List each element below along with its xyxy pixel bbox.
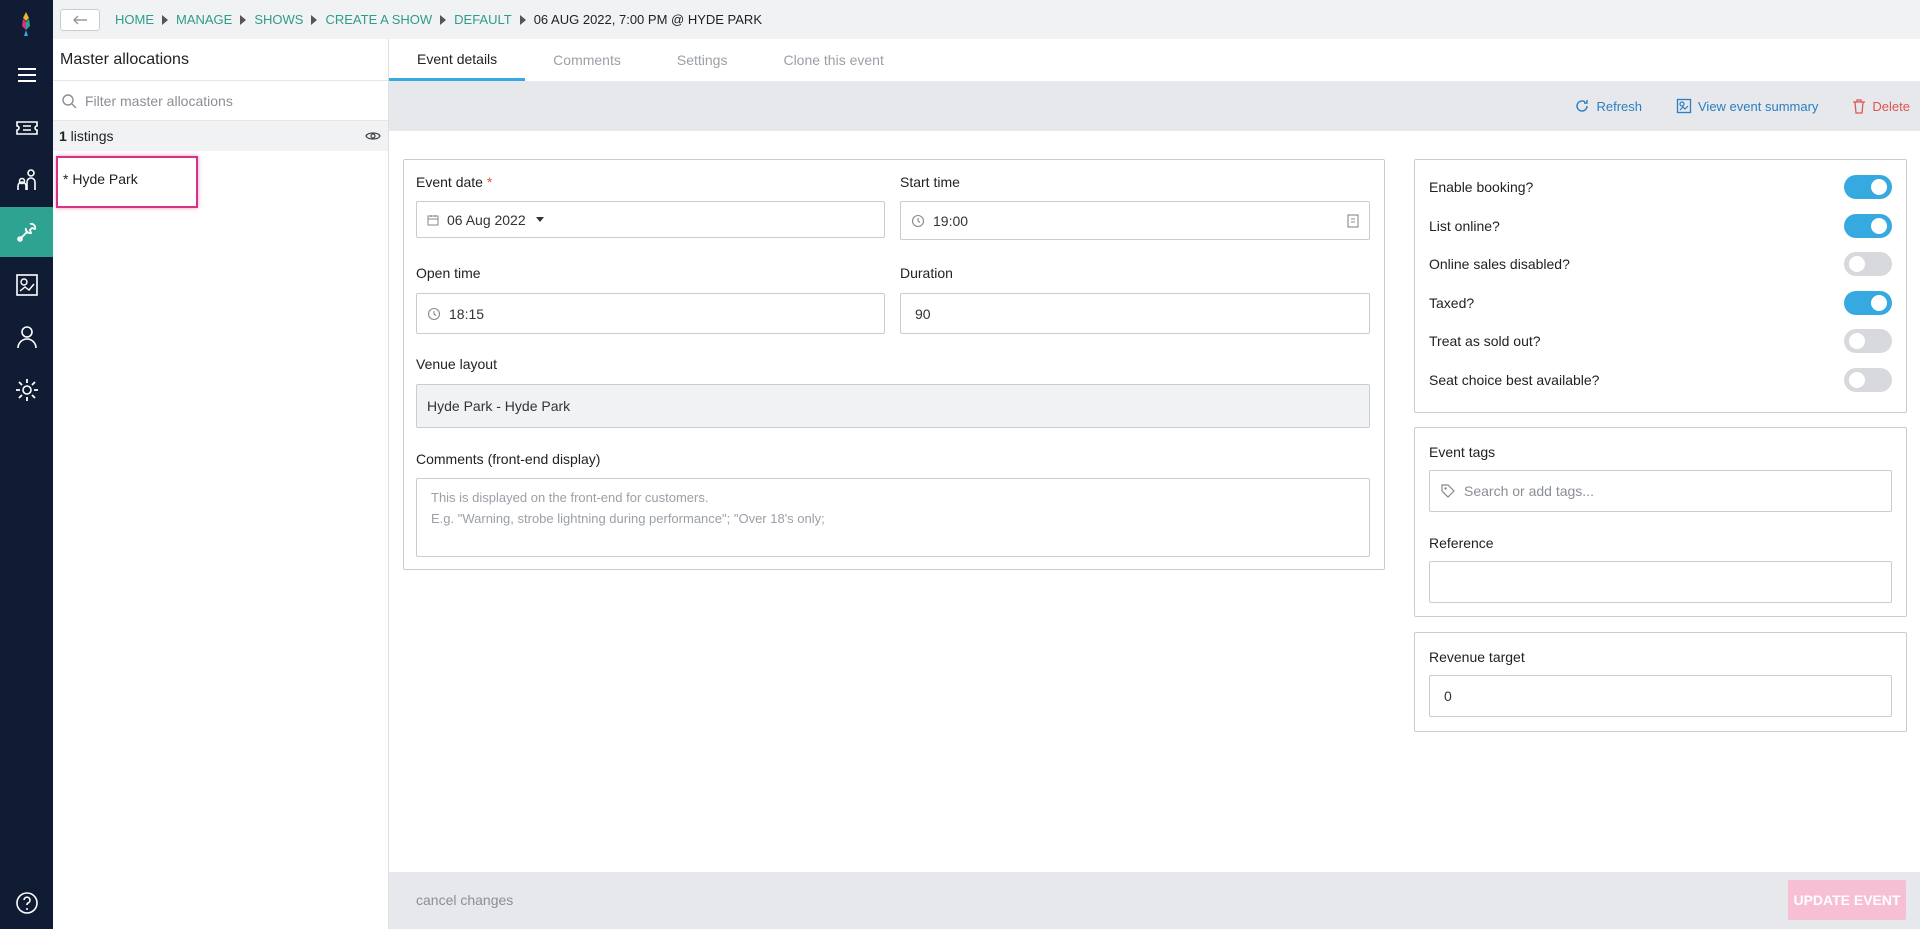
eye-icon[interactable] [365,130,381,142]
id-card-icon[interactable] [1347,213,1359,228]
caret-right-icon [440,14,447,25]
master-filter [53,81,388,121]
update-event-button[interactable]: UPDATE EVENT [1788,880,1906,920]
event-date-label: Event date * [416,174,493,190]
tab-bar: Event details Comments Settings Clone th… [389,39,1920,81]
revenue-target-label: Revenue target [1429,649,1525,665]
listings-count: 1 listings [59,128,114,144]
breadcrumb-create-show[interactable]: CREATE A SHOW [325,12,432,27]
sold-out-toggle[interactable] [1844,329,1892,353]
toggle-row-list-online: List online? [1429,213,1892,239]
best-available-toggle[interactable] [1844,368,1892,392]
open-time-label: Open time [416,265,481,281]
refresh-icon [1576,100,1589,112]
search-icon [62,93,77,108]
nav-rail [0,0,53,929]
view-event-summary-button[interactable]: View event summary [1676,98,1818,114]
breadcrumb-manage[interactable]: MANAGE [176,12,232,27]
breadcrumb-bar: HOME MANAGE SHOWS CREATE A SHOW DEFAULT … [53,0,1920,39]
venue-layout-label: Venue layout [416,356,497,372]
venue-layout-field: Hyde Park - Hyde Park [416,384,1370,428]
caret-right-icon [311,14,318,25]
back-button[interactable] [60,8,100,31]
help-icon[interactable] [0,878,53,928]
tags-card: Event tags Search or add tags... Referen… [1414,427,1907,617]
start-time-field[interactable]: 19:00 [900,201,1370,240]
comments-label: Comments (front-end display) [416,451,601,467]
breadcrumb-current: 06 AUG 2022, 7:00 PM @ HYDE PARK [533,12,762,27]
tab-comments[interactable]: Comments [525,39,649,81]
master-allocation-item[interactable]: * Hyde Park [56,156,198,208]
enable-booking-toggle[interactable] [1844,175,1892,199]
clock-icon [911,214,925,227]
taxed-toggle[interactable] [1844,291,1892,315]
revenue-target-input[interactable]: 0 [1429,675,1892,717]
arrow-left-icon [73,15,87,24]
tickets-icon[interactable] [0,103,53,153]
breadcrumb: HOME MANAGE SHOWS CREATE A SHOW DEFAULT … [115,12,762,27]
delete-button[interactable]: Delete [1852,98,1910,114]
event-date-picker[interactable]: 06 Aug 2022 [416,201,885,238]
calendar-icon [427,214,439,225]
breadcrumb-default[interactable]: DEFAULT [454,12,512,27]
clock-icon [427,307,441,320]
breadcrumb-home[interactable]: HOME [115,12,154,27]
master-allocations-panel: Master allocations 1 listings * Hyde Par… [53,39,389,929]
list-online-toggle[interactable] [1844,214,1892,238]
toggle-row-best-available: Seat choice best available? [1429,367,1892,393]
tab-clone-event[interactable]: Clone this event [755,39,911,81]
user-icon[interactable] [0,312,53,362]
online-sales-disabled-toggle[interactable] [1844,252,1892,276]
reference-input[interactable] [1429,561,1892,603]
revenue-card: Revenue target 0 [1414,632,1907,732]
caret-down-icon [535,217,544,222]
tab-settings[interactable]: Settings [649,39,756,81]
menu-icon[interactable] [0,50,53,100]
action-bar: Refresh View event summary Delete [389,81,1920,131]
tab-event-details[interactable]: Event details [389,39,526,81]
trash-icon [1853,99,1866,114]
toggle-row-sold-out: Treat as sold out? [1429,328,1892,354]
event-tags-input[interactable]: Search or add tags... [1429,470,1892,512]
caret-right-icon [162,14,168,25]
event-details-card: Event date * 06 Aug 2022 Start time 19:0… [403,159,1385,570]
tag-icon [1441,484,1455,498]
comments-textarea[interactable]: This is displayed on the front-end for c… [416,478,1370,557]
settings-icon[interactable] [0,365,53,415]
audience-icon[interactable] [0,155,53,205]
caret-right-icon [240,14,247,25]
open-time-field[interactable]: 18:15 [416,293,885,334]
master-allocation-label: * Hyde Park [63,171,138,187]
tools-icon[interactable] [0,207,53,257]
toggle-row-enable-booking: Enable booking? [1429,174,1892,200]
main-content: Event details Comments Settings Clone th… [389,39,1920,929]
breadcrumb-shows[interactable]: SHOWS [254,12,303,27]
duration-label: Duration [900,265,953,281]
cancel-changes-link[interactable]: cancel changes [416,892,513,908]
footer-bar: cancel changes UPDATE EVENT [389,872,1920,929]
master-allocations-title: Master allocations [53,39,388,81]
caret-right-icon [519,14,526,25]
event-tags-label: Event tags [1429,444,1496,460]
start-time-label: Start time [900,174,960,190]
reference-label: Reference [1429,535,1494,551]
summary-icon [1676,98,1692,114]
toggle-row-taxed: Taxed? [1429,290,1892,316]
reports-icon[interactable] [0,260,53,310]
event-options-card: Enable booking? List online? Online sale… [1414,159,1907,413]
toggle-row-online-sales-disabled: Online sales disabled? [1429,251,1892,277]
listings-bar: 1 listings [53,121,388,151]
refresh-button[interactable]: Refresh [1574,98,1642,114]
duration-field[interactable]: 90 [900,293,1370,334]
logo-icon[interactable] [14,10,38,38]
filter-master-allocations-input[interactable] [85,92,365,109]
